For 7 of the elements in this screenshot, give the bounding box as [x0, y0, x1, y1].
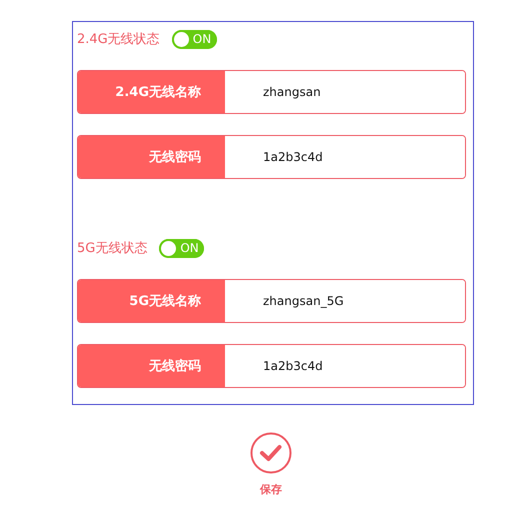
input-field[interactable]: 无线密码 1a2b3c4d: [77, 344, 466, 388]
input-field[interactable]: 无线密码 1a2b3c4d: [77, 135, 466, 179]
input-field[interactable]: 2.4G无线名称 zhangsan: [77, 70, 466, 114]
status-label: 2.4G无线状态: [77, 31, 160, 48]
checkmark-circle-icon: [250, 432, 292, 474]
status-label: 5G无线状态: [77, 240, 148, 257]
input-field[interactable]: 5G无线名称 zhangsan_5G: [77, 279, 466, 323]
